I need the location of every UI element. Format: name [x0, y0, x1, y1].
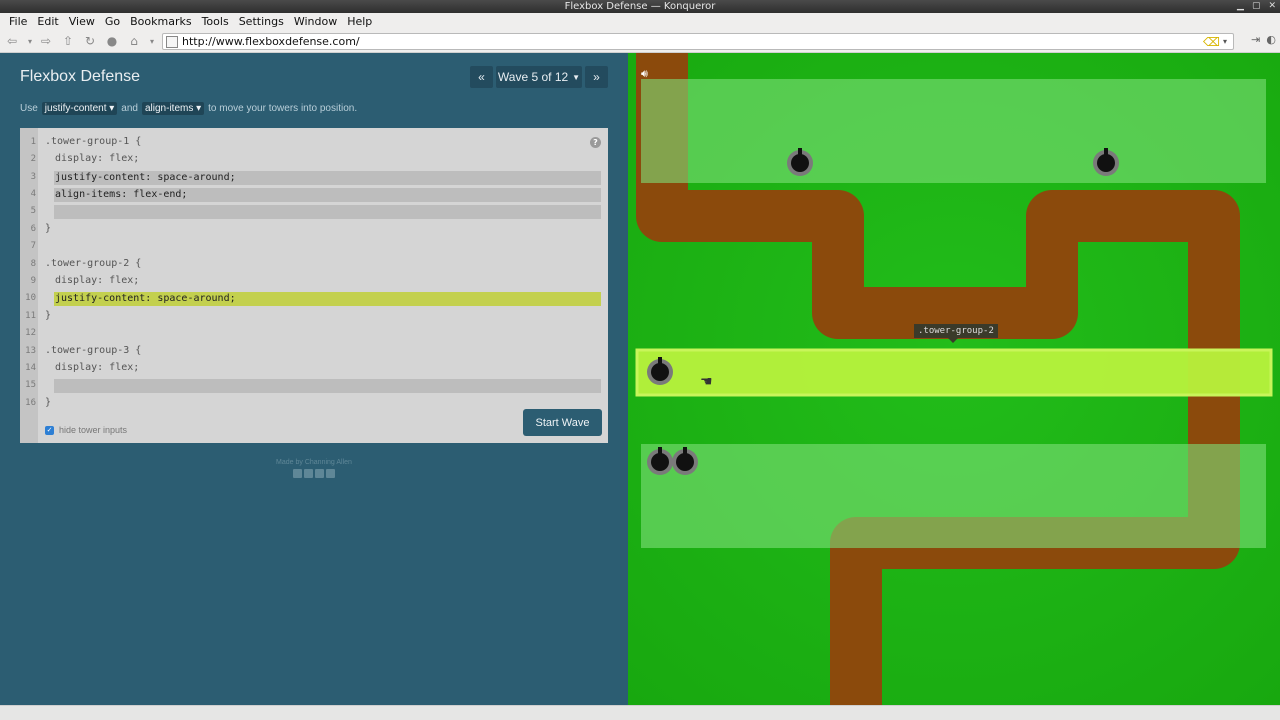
justify-content-chip[interactable]: justify-content ▾: [41, 102, 118, 115]
code-closing-brace: }: [45, 310, 52, 321]
wave-navigation: « Wave 5 of 12 ▼ »: [470, 66, 608, 88]
clear-location-icon[interactable]: ⌫: [1203, 35, 1220, 49]
line-number: 5: [30, 206, 36, 216]
tower-group-1-input-line-2[interactable]: align-items: flex-end;: [54, 188, 601, 202]
maximize-icon[interactable]: ▢: [1252, 0, 1261, 13]
hide-tower-inputs-label: hide tower inputs: [59, 425, 128, 435]
back-icon[interactable]: ⇦: [4, 33, 20, 49]
code-selector: .tower-group-3 {: [45, 345, 142, 356]
hint-middle: and: [121, 103, 138, 114]
menu-view[interactable]: View: [64, 15, 100, 28]
instructions-panel: Flexbox Defense « Wave 5 of 12 ▼ » Use j…: [0, 53, 628, 705]
window-title: Flexbox Defense — Konqueror: [564, 1, 716, 12]
home-dropdown-icon[interactable]: ▾: [148, 33, 156, 49]
wave-selector[interactable]: Wave 5 of 12 ▼: [496, 66, 582, 88]
line-number: 8: [30, 259, 36, 269]
forward-icon[interactable]: ⇨: [38, 33, 54, 49]
stop-icon[interactable]: ●: [104, 33, 120, 49]
menu-bar: File Edit View Go Bookmarks Tools Settin…: [0, 13, 1280, 30]
line-number: 6: [30, 224, 36, 234]
menu-file[interactable]: File: [4, 15, 32, 28]
line-number: 16: [25, 398, 36, 408]
checkbox-checked-icon[interactable]: ✓: [45, 425, 54, 435]
line-number: 10: [25, 293, 36, 303]
line-number: 3: [30, 172, 36, 182]
url-text[interactable]: http://www.flexboxdefense.com/: [182, 35, 1203, 48]
tower-group-2-zone: [635, 348, 1273, 397]
close-icon[interactable]: ✕: [1268, 0, 1276, 13]
line-number: 15: [25, 380, 36, 390]
tower-group-1-input-line-3[interactable]: [54, 205, 601, 219]
line-number: 12: [25, 328, 36, 338]
prev-wave-button[interactable]: «: [470, 66, 493, 88]
line-number: 13: [25, 346, 36, 356]
menu-go[interactable]: Go: [100, 15, 125, 28]
title-bar: Flexbox Defense — Konqueror ▁ ▢ ✕: [0, 0, 1280, 13]
css-editor: 1 2 3 4 5 6 7 8 9 10 11 12 13 14 15 16 .…: [20, 128, 608, 443]
tower-group-1-input-line-1[interactable]: justify-content: space-around;: [54, 171, 601, 185]
menu-edit[interactable]: Edit: [32, 15, 63, 28]
linkedin-icon[interactable]: [315, 469, 324, 478]
code-closing-brace: }: [45, 397, 52, 408]
next-wave-button[interactable]: »: [585, 66, 608, 88]
tower-group-tooltip: .tower-group-2: [914, 324, 998, 343]
twitter-icon[interactable]: [304, 469, 313, 478]
status-bar: [0, 705, 1280, 720]
nav-toolbar: ⇦ ▾ ⇨ ⇧ ↻ ● ⌂ ▾ http://www.flexboxdefens…: [0, 30, 1280, 53]
minimize-icon[interactable]: ▁: [1237, 0, 1244, 13]
line-number: 11: [25, 311, 36, 321]
code-selector: .tower-group-2 {: [45, 258, 142, 269]
url-history-dropdown-icon[interactable]: ▾: [1223, 37, 1233, 46]
line-number: 4: [30, 189, 36, 199]
menu-tools[interactable]: Tools: [197, 15, 234, 28]
up-icon[interactable]: ⇧: [60, 33, 76, 49]
hide-tower-inputs-toggle[interactable]: ✓ hide tower inputs: [45, 425, 127, 435]
sound-icon[interactable]: 🔊︎: [641, 67, 648, 81]
back-dropdown-icon[interactable]: ▾: [26, 33, 34, 49]
instructions-text: Use justify-content ▾ and align-items ▾ …: [20, 102, 357, 115]
hint-suffix: to move your towers into position.: [208, 103, 358, 114]
menu-help[interactable]: Help: [342, 15, 377, 28]
wave-label: Wave 5 of 12: [497, 70, 569, 84]
mouse-cursor-icon: ☚: [700, 374, 713, 390]
game-board[interactable]: 🔊︎ .tower-group-2 ☚: [628, 53, 1280, 705]
github-icon[interactable]: [326, 469, 335, 478]
code-selector: .tower-group-1 {: [45, 136, 142, 147]
go-icon[interactable]: ⇥: [1251, 33, 1260, 46]
code-declaration: display: flex;: [55, 362, 140, 373]
hint-prefix: Use: [20, 103, 38, 114]
credit-text[interactable]: Made by Channing Allen: [0, 459, 628, 466]
tower-group-1-zone: [641, 79, 1266, 183]
line-number: 7: [30, 241, 36, 251]
search-icon[interactable]: ◐: [1266, 33, 1276, 46]
line-number: 9: [30, 276, 36, 286]
code-closing-brace: }: [45, 223, 52, 234]
tower-group-3-input-line[interactable]: [54, 379, 601, 393]
game-map: [635, 53, 1273, 705]
menu-settings[interactable]: Settings: [234, 15, 289, 28]
align-items-chip[interactable]: align-items ▾: [141, 102, 205, 115]
code-declaration: display: flex;: [55, 275, 140, 286]
reload-icon[interactable]: ↻: [82, 33, 98, 49]
app-title: Flexbox Defense: [20, 68, 141, 85]
start-wave-button[interactable]: Start Wave: [523, 409, 602, 436]
line-number: 14: [25, 363, 36, 373]
line-number: 1: [30, 137, 36, 147]
code-declaration: display: flex;: [55, 153, 140, 164]
page-content: Flexbox Defense « Wave 5 of 12 ▼ » Use j…: [0, 53, 1280, 705]
url-bar[interactable]: http://www.flexboxdefense.com/ ⌫ ▾: [162, 33, 1234, 50]
page-icon: [166, 35, 178, 48]
home-icon[interactable]: ⌂: [126, 33, 142, 49]
tower-group-2-input-line-active[interactable]: justify-content: space-around;: [54, 292, 601, 306]
line-number: 2: [30, 154, 36, 164]
social-links: [0, 469, 628, 478]
caret-down-icon: ▼: [572, 72, 581, 82]
facebook-icon[interactable]: [293, 469, 302, 478]
menu-window[interactable]: Window: [289, 15, 342, 28]
help-icon[interactable]: ?: [590, 137, 601, 148]
menu-bookmarks[interactable]: Bookmarks: [125, 15, 196, 28]
tower-group-3-zone: [641, 444, 1266, 548]
browser-window: Flexbox Defense — Konqueror ▁ ▢ ✕ File E…: [0, 0, 1280, 720]
